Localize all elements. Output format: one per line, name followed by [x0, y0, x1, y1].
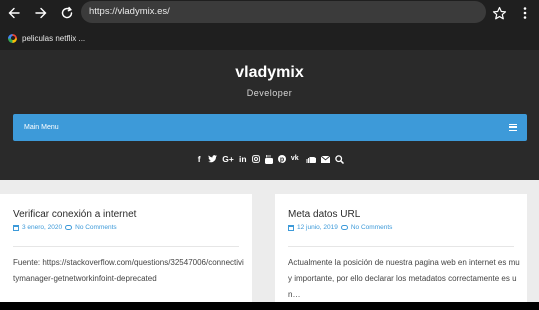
- bookmark-star-button[interactable]: [489, 3, 509, 23]
- comment-icon: [65, 225, 73, 230]
- post-title[interactable]: Meta datos URL: [288, 209, 360, 220]
- address-bar[interactable]: https://vladymix.es/: [81, 1, 486, 23]
- hamburger-icon[interactable]: [509, 124, 517, 131]
- linkedin-icon[interactable]: in: [239, 154, 247, 164]
- post-date[interactable]: 12 junio, 2019: [297, 224, 338, 231]
- twitter-icon[interactable]: [208, 155, 218, 163]
- main-menu-label: Main Menu: [24, 124, 59, 131]
- site-header: vladymix Developer Main Menu f G+ in p v…: [0, 50, 539, 180]
- bookmarks-bar: peliculas netflix ...: [0, 27, 539, 49]
- post-date[interactable]: 3 enero, 2020: [22, 224, 62, 231]
- social-links: f G+ in p vk: [0, 154, 539, 164]
- search-icon[interactable]: [335, 154, 344, 164]
- vk-icon[interactable]: vk: [291, 154, 299, 164]
- reload-icon: [61, 6, 73, 19]
- bookmark-item[interactable]: peliculas netflix ...: [22, 34, 85, 43]
- post-excerpt: Actualmente la posición de nuestra pagin…: [288, 258, 520, 299]
- post-excerpt: Fuente: https://stackoverflow.com/questi…: [13, 258, 244, 283]
- bottom-bar: [0, 302, 539, 310]
- youtube-icon[interactable]: [264, 154, 273, 164]
- calendar-icon: [13, 224, 19, 231]
- posts-area: Verificar conexión a internet 3 enero, 2…: [0, 180, 539, 306]
- site-description: Developer: [246, 88, 293, 98]
- arrow-right-icon: [35, 7, 47, 19]
- comment-icon: [340, 225, 348, 230]
- post-comments-link[interactable]: No Comments: [75, 224, 117, 231]
- pinterest-icon[interactable]: p: [277, 155, 286, 163]
- email-icon[interactable]: [320, 155, 330, 163]
- post-meta: 3 enero, 2020 No Comments: [13, 224, 117, 231]
- divider: [13, 246, 239, 247]
- calendar-icon: [288, 224, 294, 231]
- arrow-left-icon: [8, 7, 20, 19]
- back-button[interactable]: [4, 3, 24, 23]
- divider: [288, 246, 514, 247]
- svg-text:p: p: [280, 156, 284, 163]
- main-menu-bar[interactable]: Main Menu: [13, 114, 527, 141]
- site-title[interactable]: vladymix: [0, 64, 539, 82]
- instagram-icon[interactable]: [251, 155, 260, 163]
- soundcloud-icon[interactable]: [304, 156, 316, 163]
- google-icon: [8, 33, 17, 43]
- post-title[interactable]: Verificar conexión a internet: [13, 209, 136, 220]
- star-icon: [492, 6, 506, 19]
- browser-chrome: https://vladymix.es/ peliculas netflix .…: [0, 0, 539, 50]
- post-meta: 12 junio, 2019 No Comments: [288, 224, 392, 231]
- forward-button[interactable]: [31, 3, 51, 23]
- more-vert-icon: [523, 7, 527, 19]
- post-card: Meta datos URL 12 junio, 2019 No Comment…: [275, 194, 527, 306]
- reload-button[interactable]: [57, 3, 77, 23]
- google-plus-icon[interactable]: G+: [222, 154, 234, 164]
- post-comments-link[interactable]: No Comments: [351, 224, 393, 231]
- menu-button[interactable]: [515, 3, 535, 23]
- post-card: Verificar conexión a internet 3 enero, 2…: [0, 194, 252, 306]
- facebook-icon[interactable]: f: [195, 154, 203, 164]
